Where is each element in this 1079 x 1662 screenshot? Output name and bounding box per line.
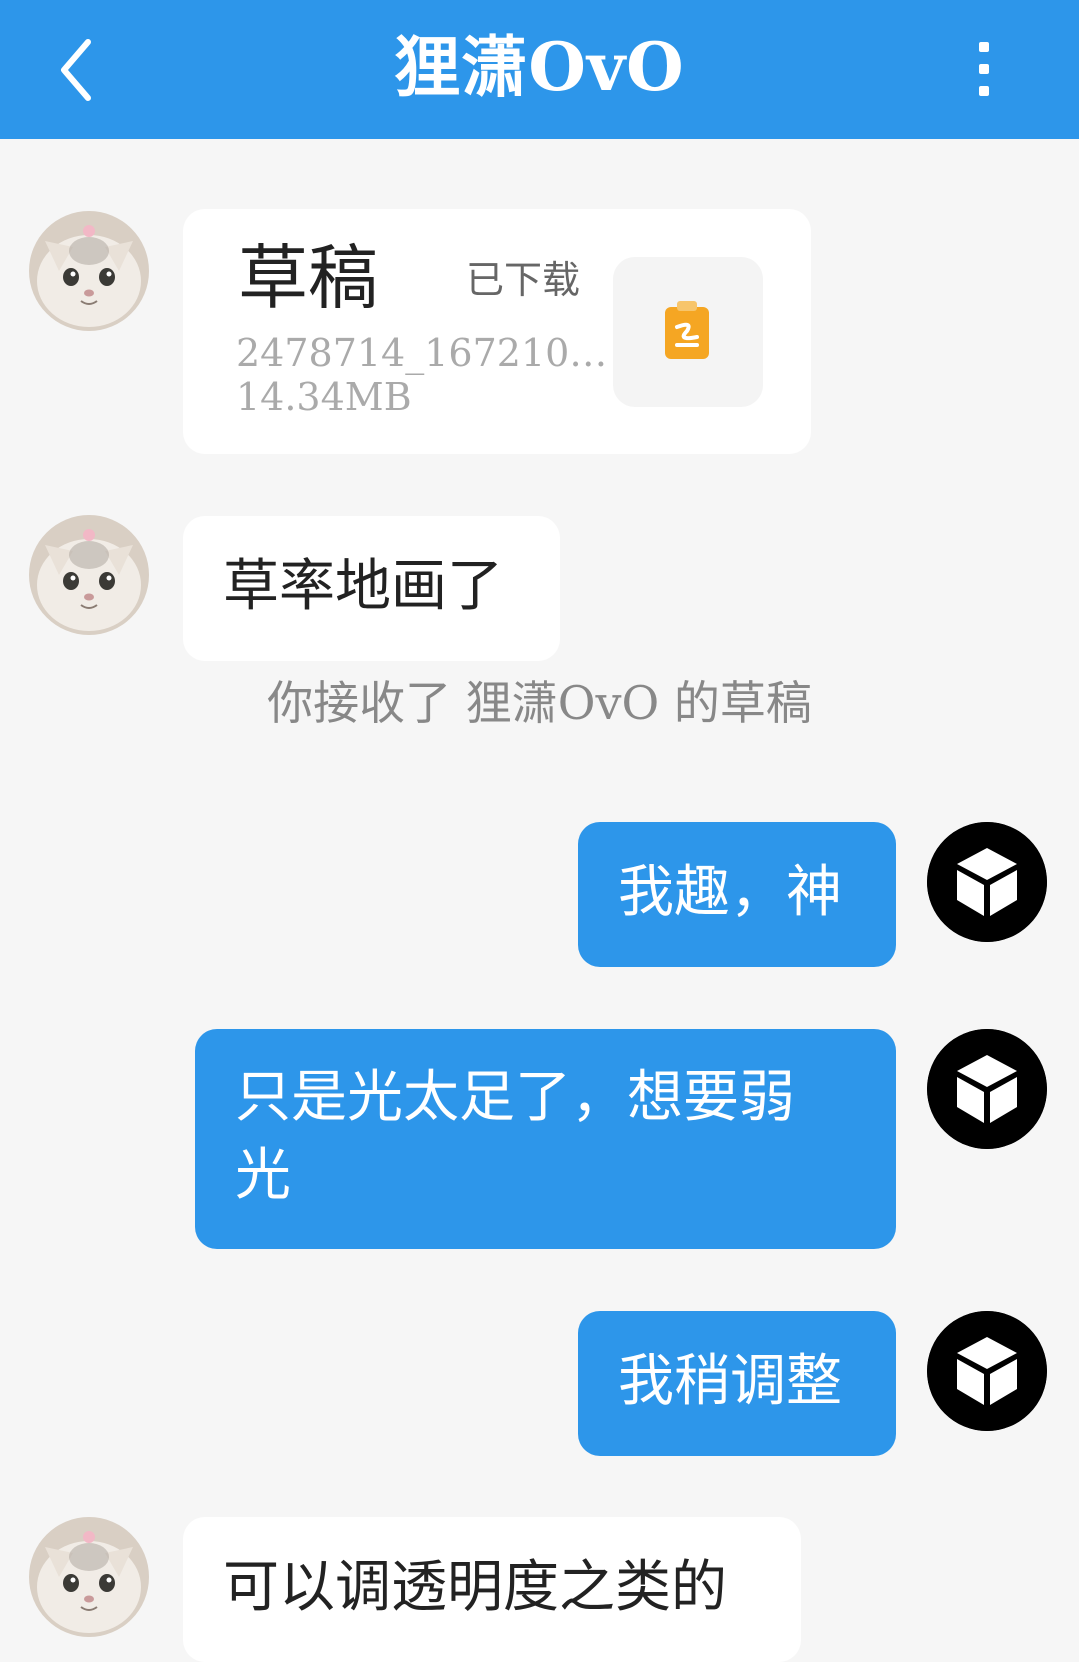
cube-icon <box>927 1311 1047 1431</box>
cube-icon <box>927 1029 1047 1149</box>
my-avatar[interactable] <box>927 1029 1047 1149</box>
message-text-line: 只是光太足了，想要弱 <box>235 1065 795 1130</box>
sent-message[interactable]: 我稍调整 <box>578 1311 896 1456</box>
sent-message[interactable]: 我趣，神 <box>578 822 896 967</box>
received-message[interactable]: 草率地画了 <box>183 516 560 661</box>
sent-message[interactable]: 只是光太足了，想要弱 光 <box>195 1029 896 1249</box>
file-name: 草稿 <box>238 237 378 319</box>
file-id: 2478714_167210… <box>236 331 608 375</box>
file-size: 14.34MB <box>236 375 412 419</box>
message-text: 草率地画了 <box>223 554 503 619</box>
drafts-app-icon <box>665 301 709 359</box>
system-notice: 你接收了 狸潇OvO 的草稿 <box>267 676 812 730</box>
received-message[interactable]: 可以调透明度之类的 <box>183 1517 801 1662</box>
download-status: 已下载 <box>466 258 581 302</box>
file-icon-box <box>613 257 763 407</box>
message-list[interactable]: 草稿 已下载 2478714_167210… 14.34MB 草率地画了 你接收… <box>0 139 1079 1662</box>
top-bar: 狸潇OvO <box>0 0 1079 139</box>
chat-title: 狸潇OvO <box>394 28 685 106</box>
vertical-dots-icon <box>979 42 989 96</box>
contact-avatar[interactable] <box>29 1517 149 1637</box>
my-avatar[interactable] <box>927 1311 1047 1431</box>
contact-avatar[interactable] <box>29 211 149 331</box>
message-text: 我趣，神 <box>618 860 842 925</box>
message-text: 可以调透明度之类的 <box>223 1555 727 1620</box>
cat-avatar-icon <box>29 1517 149 1637</box>
message-text-line: 光 <box>235 1143 291 1208</box>
contact-avatar[interactable] <box>29 515 149 635</box>
message-text: 我稍调整 <box>618 1349 842 1414</box>
cube-icon <box>927 822 1047 942</box>
my-avatar[interactable] <box>927 822 1047 942</box>
cat-avatar-icon <box>29 515 149 635</box>
file-message-card[interactable]: 草稿 已下载 2478714_167210… 14.34MB <box>183 209 811 454</box>
cat-avatar-icon <box>29 211 149 331</box>
more-button[interactable] <box>960 38 1008 100</box>
